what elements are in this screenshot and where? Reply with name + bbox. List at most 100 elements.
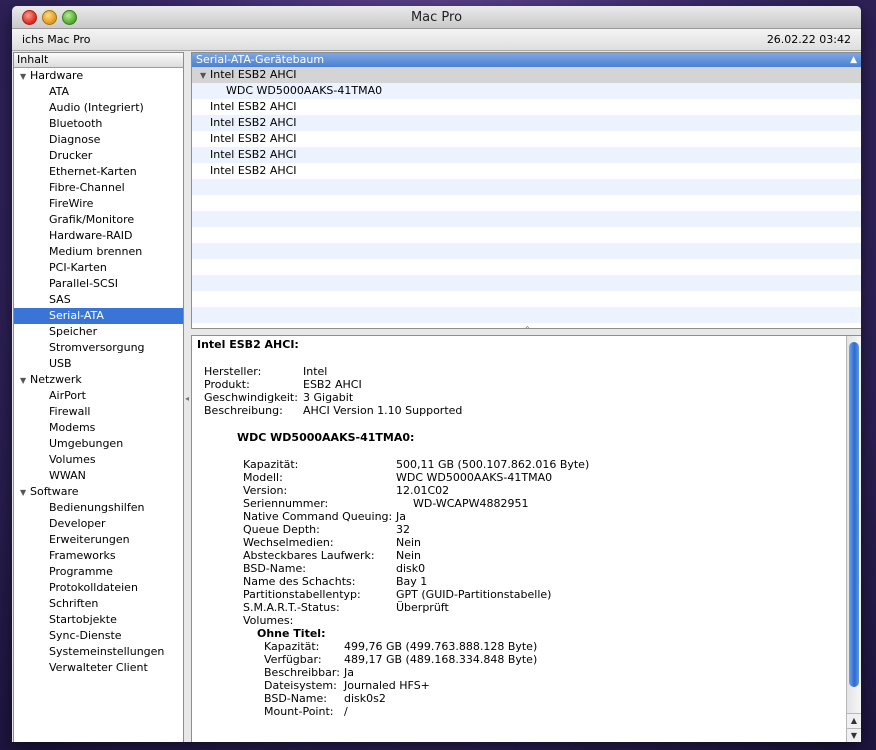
detail-label: S.M.A.R.T.-Status: [243,601,340,614]
detail-scrollbar[interactable]: ▲ ▼ [846,336,861,742]
empty-tree-row [192,275,861,291]
disclosure-triangle-icon[interactable]: ▼ [20,69,30,85]
sidebar-item-schriften[interactable]: Schriften [14,596,183,612]
sidebar-item-stromversorgung[interactable]: Stromversorgung [14,340,183,356]
detail-value: Nein [396,536,422,549]
tree-row[interactable]: Intel ESB2 AHCI [192,163,861,179]
tree-header-label: Serial-ATA-Gerätebaum [196,53,325,66]
sidebar-item-volumes[interactable]: Volumes [14,452,183,468]
detail-value: 12.01C02 [396,484,450,497]
detail-label: Hersteller: [204,365,262,378]
sidebar-item-speicher[interactable]: Speicher [14,324,183,340]
drive-title: WDC WD5000AAKS-41TMA0: [237,431,415,444]
detail-value: GPT (GUID-Partitionstabelle) [396,588,552,601]
tree-row[interactable]: Intel ESB2 AHCI [192,115,861,131]
sidebar-item-fibre-channel[interactable]: Fibre-Channel [14,180,183,196]
volumes-label: Volumes: [243,614,294,627]
sidebar-item-protokolldateien[interactable]: Protokolldateien [14,580,183,596]
sidebar-category-netzwerk[interactable]: ▼ Netzwerk [14,372,183,388]
sidebar-item-usb[interactable]: USB [14,356,183,372]
sidebar-item-bluetooth[interactable]: Bluetooth [14,116,183,132]
sidebar-item-wwan[interactable]: WWAN [14,468,183,484]
sidebar-item-verwalteter-client[interactable]: Verwalteter Client [14,660,183,676]
scroll-down-arrow-icon[interactable]: ▼ [847,728,861,742]
sidebar-item-pci-karten[interactable]: PCI-Karten [14,260,183,276]
detail-value: Bay 1 [396,575,428,588]
detail-row: Wechselmedien: Nein [243,536,743,549]
tree-row-label: Intel ESB2 AHCI [210,164,297,177]
disclosure-triangle-icon[interactable]: ▼ [20,373,30,389]
app-window: Mac Pro ichs Mac Pro 26.02.22 03:42 Inha… [12,6,861,742]
sidebar-item-hardware-raid[interactable]: Hardware-RAID [14,228,183,244]
sidebar-item-developer[interactable]: Developer [14,516,183,532]
empty-tree-row [192,179,861,195]
detail-label: Queue Depth: [243,523,320,536]
sidebar-item-airport[interactable]: AirPort [14,388,183,404]
sidebar-item-sas[interactable]: SAS [14,292,183,308]
disclosure-triangle-icon[interactable]: ▼ [20,485,30,501]
splitter-grip-icon: ◂ [185,394,190,403]
sidebar-category-software[interactable]: ▼ Software [14,484,183,500]
tree-row[interactable]: ▼ Intel ESB2 AHCI [192,67,861,83]
detail-label: Modell: [243,471,283,484]
scrollbar-thumb[interactable] [849,342,859,687]
tree-row-label: Intel ESB2 AHCI [210,148,297,161]
detail-row: Geschwindigkeit: 3 Gigabit [204,391,704,404]
tree-row-cell: Intel ESB2 AHCI [192,100,297,113]
sidebar-item-bedienungshilfen[interactable]: Bedienungshilfen [14,500,183,516]
detail-label: Kapazität: [264,640,320,653]
sidebar-item-medium-brennen[interactable]: Medium brennen [14,244,183,260]
scroll-up-arrow-icon[interactable]: ▲ [847,713,861,728]
sidebar-item-parallel-scsi[interactable]: Parallel-SCSI [14,276,183,292]
tree-row[interactable]: WDC WD5000AAKS-41TMA0 [192,83,861,99]
splitter-grip-icon: ⌃ [524,325,531,334]
detail-value: disk0 [396,562,426,575]
detail-label: Absteckbares Laufwerk: [243,549,375,562]
title-bar[interactable]: Mac Pro [12,6,861,29]
detail-value: 489,17 GB (489.168.334.848 Byte) [344,653,538,666]
sidebar-item-audio-integriert[interactable]: Audio (Integriert) [14,100,183,116]
empty-tree-row [192,243,861,259]
sidebar-item-grafik-monitore[interactable]: Grafik/Monitore [14,212,183,228]
empty-tree-row [192,291,861,307]
tree-row-label: Intel ESB2 AHCI [210,132,297,145]
sidebar-item-erweiterungen[interactable]: Erweiterungen [14,532,183,548]
tree-row-cell: WDC WD5000AAKS-41TMA0 [192,84,382,97]
detail-row: Kapazität: 500,11 GB (500.107.862.016 Byt… [243,458,743,471]
tree-column-header[interactable]: Serial-ATA-Gerätebaum ▲ [192,53,861,67]
disclosure-triangle-icon[interactable]: ▼ [200,68,210,84]
tree-row[interactable]: Intel ESB2 AHCI [192,147,861,163]
sidebar-item-diagnose[interactable]: Diagnose [14,132,183,148]
sidebar-item-umgebungen[interactable]: Umgebungen [14,436,183,452]
sidebar-item-firewall[interactable]: Firewall [14,404,183,420]
detail-value: Intel [303,365,328,378]
sidebar-item-ethernet-karten[interactable]: Ethernet-Karten [14,164,183,180]
sidebar-item-programme[interactable]: Programme [14,564,183,580]
tree-row-label: Intel ESB2 AHCI [210,100,297,113]
sidebar-list: ▼ Hardware ATA Audio (Integriert) Bluetooth D… [14,68,183,676]
sidebar-item-serial-ata[interactable]: Serial-ATA [14,308,183,324]
detail-title: Intel ESB2 AHCI: [197,338,299,351]
sidebar-item-startobjekte[interactable]: Startobjekte [14,612,183,628]
volume-title: Ohne Titel: [257,627,326,640]
detail-pane: Intel ESB2 AHCI: Hersteller: Intel Produkt… [191,335,861,742]
detail-label: Beschreibung: [204,404,283,417]
sidebar-item-drucker[interactable]: Drucker [14,148,183,164]
sidebar-header[interactable]: Inhalt [14,53,183,68]
contents-sidebar: Inhalt ▼ Hardware ATA Audio (Integriert) Blu… [13,52,184,742]
empty-tree-row [192,195,861,211]
detail-label: Seriennummer: [243,497,329,510]
detail-row: Mount-Point: / [264,705,764,718]
sidebar-item-firewire[interactable]: FireWire [14,196,183,212]
sidebar-item-sync-dienste[interactable]: Sync-Dienste [14,628,183,644]
sidebar-item-ata[interactable]: ATA [14,84,183,100]
empty-tree-row [192,211,861,227]
tree-row[interactable]: Intel ESB2 AHCI [192,131,861,147]
tree-row[interactable]: Intel ESB2 AHCI [192,99,861,115]
sidebar-category-hardware[interactable]: ▼ Hardware [14,68,183,84]
sidebar-item-systemeinstellungen[interactable]: Systemeinstellungen [14,644,183,660]
sidebar-item-modems[interactable]: Modems [14,420,183,436]
tree-row-cell: Intel ESB2 AHCI [192,148,297,161]
sidebar-item-frameworks[interactable]: Frameworks [14,548,183,564]
detail-row: Name des Schachts: Bay 1 [243,575,743,588]
